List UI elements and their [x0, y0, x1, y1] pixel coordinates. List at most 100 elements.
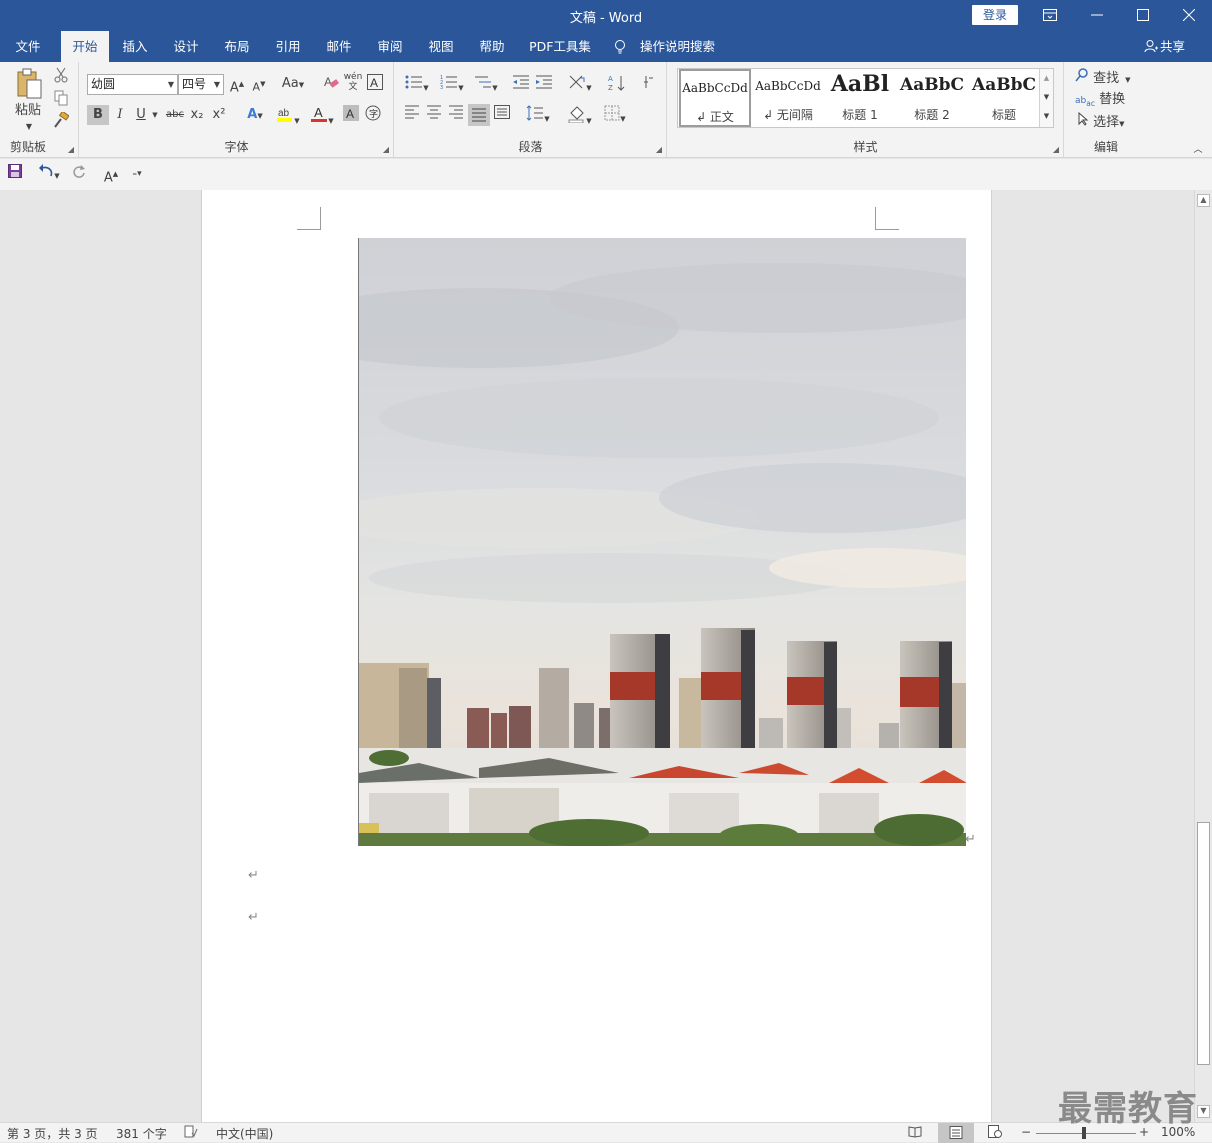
tab-review[interactable]: 审阅	[369, 31, 411, 62]
chevron-up-icon[interactable]: ▲	[1040, 69, 1053, 88]
proofing-icon[interactable]	[184, 1125, 198, 1141]
skyline-photo[interactable]	[358, 238, 966, 846]
font-size-box[interactable]: 四号 ▼	[178, 74, 224, 95]
chevron-down-icon[interactable]: ▼	[214, 75, 220, 94]
tab-file[interactable]: 文件	[6, 31, 50, 62]
bold-button[interactable]: B	[87, 105, 109, 125]
clear-formatting-icon[interactable]: A	[322, 74, 340, 94]
multilevel-list-icon[interactable]: ▼	[471, 74, 501, 94]
highlight-color-icon[interactable]: ab ▼	[273, 105, 303, 125]
page-info[interactable]: 第 3 页，共 3 页	[7, 1125, 98, 1142]
tab-pdf-tools[interactable]: PDF工具集	[524, 31, 596, 62]
underline-button[interactable]: U	[133, 105, 149, 125]
redo-icon[interactable]	[70, 164, 88, 184]
zoom-out-icon[interactable]: −	[1021, 1125, 1031, 1139]
paste-icon[interactable]	[14, 68, 44, 102]
character-shading-icon[interactable]: A	[342, 105, 360, 125]
tab-home[interactable]: 开始	[61, 31, 109, 62]
login-button[interactable]: 登录	[972, 5, 1018, 25]
find-button[interactable]: 查找 ▼	[1075, 68, 1145, 88]
tab-layout[interactable]: 布局	[216, 31, 258, 62]
style-heading-2[interactable]: AaBbC 标题 2	[896, 69, 968, 127]
paragraph-launcher-icon[interactable]: ◢	[656, 145, 662, 154]
vertical-scrollbar[interactable]: ▲ ▼	[1194, 190, 1212, 1122]
language[interactable]: 中文(中国)	[216, 1125, 273, 1142]
show-formatting-marks-icon[interactable]	[640, 74, 656, 94]
tab-design[interactable]: 设计	[165, 31, 207, 62]
scroll-thumb[interactable]	[1197, 822, 1210, 1065]
subscript-button[interactable]: x₂	[188, 105, 206, 125]
text-effects-icon[interactable]: A▼	[241, 105, 269, 125]
chevron-down-icon[interactable]: ▼	[168, 75, 174, 94]
print-layout-icon[interactable]	[938, 1123, 974, 1143]
underline-dropdown-icon[interactable]: ▼	[150, 105, 160, 125]
change-case-icon[interactable]: Aa▼	[279, 74, 307, 94]
style-heading-1[interactable]: AaBl 标题 1	[824, 69, 896, 127]
word-count[interactable]: 381 个字	[116, 1125, 167, 1142]
enclose-characters-icon[interactable]: 字	[364, 105, 382, 125]
character-border-icon[interactable]: A	[366, 74, 384, 94]
close-icon[interactable]	[1166, 0, 1212, 31]
save-icon[interactable]	[6, 164, 24, 184]
font-name-box[interactable]: 幼圆 ▼	[87, 74, 178, 95]
customize-qat-icon[interactable]: ₌▾	[130, 164, 144, 184]
align-left-icon[interactable]	[403, 105, 421, 125]
tab-mailings[interactable]: 邮件	[318, 31, 360, 62]
cut-icon[interactable]	[52, 67, 70, 87]
scroll-down-icon[interactable]: ▼	[1197, 1105, 1210, 1118]
replace-label: 替换	[1099, 92, 1126, 107]
decrease-indent-icon[interactable]	[512, 74, 530, 94]
tell-me-search[interactable]: 操作说明搜索	[640, 31, 720, 62]
scroll-up-icon[interactable]: ▲	[1197, 194, 1210, 207]
style-title[interactable]: AaBbC 标题	[968, 69, 1040, 127]
select-button[interactable]: 选择▼	[1077, 111, 1147, 132]
ribbon-display-options-icon[interactable]	[1027, 0, 1073, 31]
increase-indent-icon[interactable]	[535, 74, 553, 94]
shading-icon[interactable]: ▼	[565, 105, 595, 125]
share-button[interactable]: 共享	[1160, 31, 1192, 62]
align-center-icon[interactable]	[425, 105, 443, 125]
chinese-layout-icon[interactable]: ▼	[565, 74, 595, 94]
replace-button[interactable]: abac 替换	[1075, 90, 1145, 110]
line-spacing-icon[interactable]: ▼	[523, 105, 553, 125]
format-painter-icon[interactable]	[52, 110, 70, 132]
tab-insert[interactable]: 插入	[114, 31, 156, 62]
style-no-spacing[interactable]: AaBbCcDd ↲ 无间隔	[752, 69, 824, 127]
clipboard-launcher-icon[interactable]: ◢	[68, 145, 74, 154]
minimize-icon[interactable]	[1074, 0, 1120, 31]
editing-group: 查找 ▼ abac 替换 选择▼ 编辑	[1065, 62, 1147, 158]
style-normal[interactable]: AaBbCcDd ↲ 正文	[679, 69, 751, 127]
justify-icon[interactable]	[468, 104, 490, 126]
read-mode-icon[interactable]	[908, 1125, 922, 1141]
superscript-button[interactable]: x²	[210, 105, 228, 125]
chevron-down-icon[interactable]: ▼	[1040, 88, 1053, 107]
sort-icon[interactable]: AZ	[608, 74, 626, 94]
grow-font-qat-icon[interactable]: A▲	[102, 164, 120, 185]
styles-more-icon[interactable]: ▼	[1040, 107, 1053, 126]
web-layout-icon[interactable]	[988, 1125, 1002, 1141]
distributed-icon[interactable]	[493, 105, 511, 125]
align-right-icon[interactable]	[447, 105, 465, 125]
phonetic-guide-icon[interactable]: wén 文	[343, 72, 363, 92]
tab-help[interactable]: 帮助	[471, 31, 513, 62]
collapse-ribbon-icon[interactable]: ︿	[1190, 140, 1206, 160]
borders-icon[interactable]: ▼	[600, 105, 630, 125]
undo-icon[interactable]: ▼	[34, 164, 64, 184]
paste-dropdown-icon[interactable]: ▼	[23, 117, 35, 137]
font-launcher-icon[interactable]: ◢	[383, 145, 389, 154]
grow-font-icon[interactable]: A▲	[229, 74, 245, 95]
styles-launcher-icon[interactable]: ◢	[1053, 145, 1059, 154]
document-page[interactable]: ↵ ↵ ↵	[201, 190, 992, 1122]
zoom-slider[interactable]	[1036, 1133, 1136, 1134]
maximize-icon[interactable]	[1120, 0, 1166, 31]
tab-references[interactable]: 引用	[267, 31, 309, 62]
paragraph-mark: ↵	[965, 832, 976, 847]
font-color-icon[interactable]: A ▼	[308, 105, 336, 125]
copy-icon[interactable]	[52, 90, 70, 110]
tab-view[interactable]: 视图	[420, 31, 462, 62]
numbering-icon[interactable]: 1 2 3 ▼	[437, 74, 467, 94]
strikethrough-button[interactable]: abc	[164, 105, 186, 125]
italic-button[interactable]: I	[111, 105, 129, 125]
shrink-font-icon[interactable]: A▼	[251, 74, 267, 94]
bullets-icon[interactable]: ▼	[402, 74, 432, 94]
